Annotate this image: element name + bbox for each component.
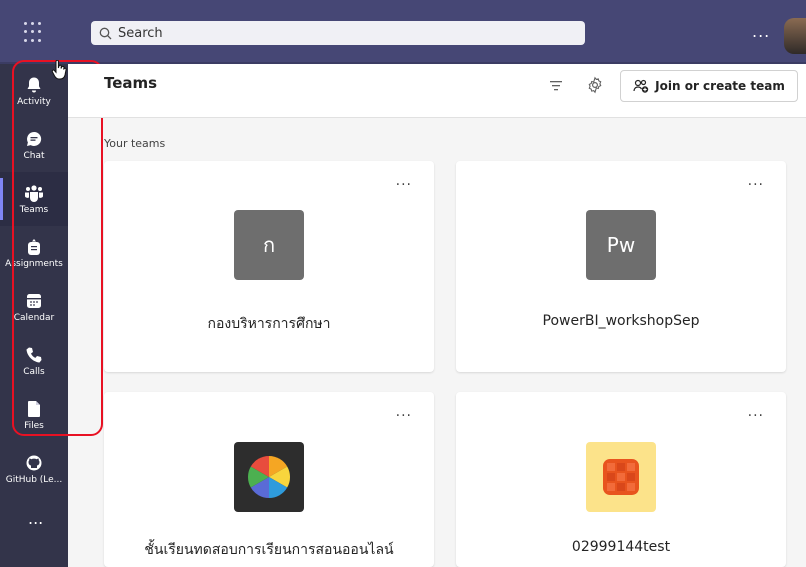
gear-icon[interactable] [586, 76, 604, 94]
page-header: Teams Join or create team [68, 64, 806, 118]
github-icon [26, 455, 42, 470]
section-label: Your teams [104, 137, 166, 150]
filter-icon[interactable] [549, 80, 563, 92]
join-button-label: Join or create team [655, 79, 785, 93]
app-launcher-icon[interactable] [24, 22, 46, 44]
team-avatar: ก [234, 210, 304, 280]
title-bar: Search ... [0, 0, 806, 64]
team-card[interactable]: ... 02999144test [456, 392, 786, 567]
search-input[interactable]: Search [91, 21, 585, 45]
more-apps-icon[interactable]: ... [28, 509, 43, 528]
color-wheel-icon [247, 456, 291, 498]
more-options-icon[interactable]: ... [752, 22, 770, 41]
grid-tile-icon [603, 459, 639, 495]
team-name: กองบริหารการศึกษา [207, 316, 331, 332]
rail-item-github[interactable]: GitHub (Le... [0, 442, 68, 496]
team-avatar: Pw [586, 210, 656, 280]
more-options-icon[interactable]: ... [748, 404, 764, 420]
avatar[interactable] [784, 18, 806, 54]
team-card[interactable]: ... ก กองบริหารการศึกษา [104, 161, 434, 372]
team-initials: Pw [606, 233, 636, 257]
team-avatar [586, 442, 656, 512]
more-options-icon[interactable]: ... [396, 404, 412, 420]
team-name: ชั้นเรียนทดสอบการเรียนการสอนออนไลน์ [144, 542, 394, 558]
join-or-create-team-button[interactable]: Join or create team [620, 70, 798, 102]
hand-cursor-icon [51, 60, 67, 80]
rail-label: GitHub (Le... [5, 474, 63, 485]
search-placeholder: Search [118, 25, 163, 41]
more-options-icon[interactable]: ... [748, 173, 764, 189]
team-card[interactable]: ... ชั้นเรียนทดสอบการเรียนการสอนออนไลน์ [104, 392, 434, 567]
more-options-icon[interactable]: ... [396, 173, 412, 189]
team-initials: ก [262, 233, 276, 257]
team-card[interactable]: ... Pw PowerBI_workshopSep [456, 161, 786, 372]
page-title: Teams [104, 74, 158, 92]
search-icon [99, 27, 112, 39]
team-name: PowerBI_workshopSep [542, 313, 700, 329]
team-avatar [234, 442, 304, 512]
team-name: 02999144test [571, 539, 671, 555]
people-add-icon [633, 79, 649, 93]
